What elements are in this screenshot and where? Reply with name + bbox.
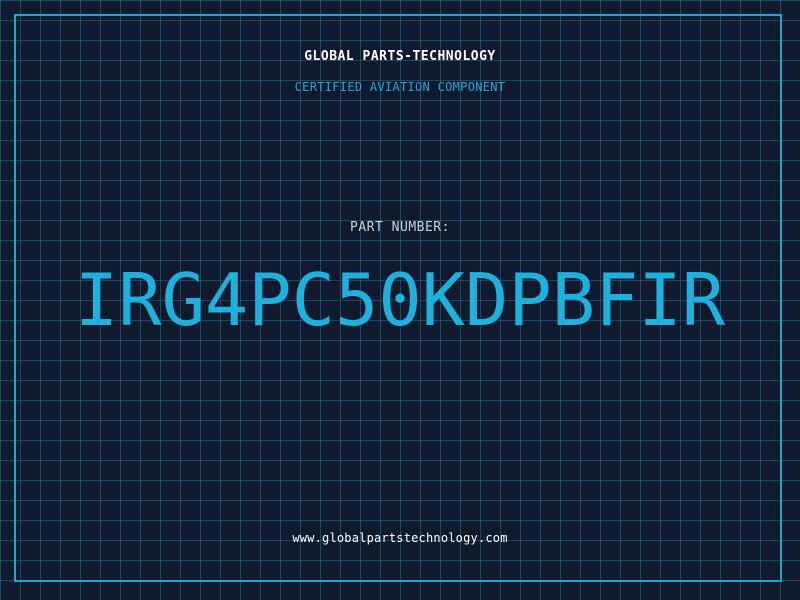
company-name: GLOBAL PARTS-TECHNOLOGY (304, 49, 496, 64)
company-tagline: CERTIFIED AVIATION COMPONENT (294, 80, 506, 94)
part-card: GLOBAL PARTS-TECHNOLOGY CERTIFIED AVIATI… (0, 0, 800, 600)
part-number-label: PART NUMBER: (350, 220, 450, 235)
website-url: www.globalpartstechnology.com (292, 531, 508, 545)
part-number-value: IRG4PC50KDPBFIR (74, 258, 726, 342)
